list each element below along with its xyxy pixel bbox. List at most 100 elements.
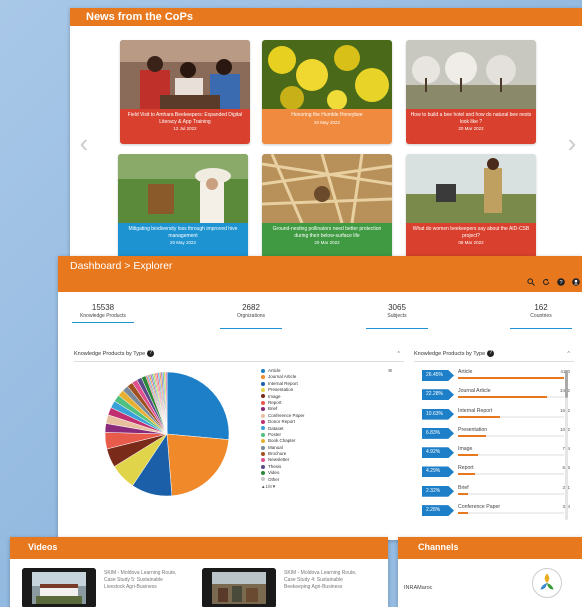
legend-label: Dataset	[268, 425, 284, 431]
stat-label: Subjects	[387, 313, 407, 319]
news-card-title: Honoring the Humble Honeybee	[291, 112, 363, 118]
legend-swatch	[261, 426, 265, 431]
percent-badge: 6.83%	[422, 427, 454, 439]
stat-knowledge-products[interactable]: 15538 Knowledge Products	[72, 303, 134, 323]
news-card[interactable]: What do women beekeepers say about the A…	[406, 154, 536, 258]
percent-badge: 4.92%	[422, 447, 454, 459]
type-row[interactable]: 10.63%Internal Report1652	[422, 407, 570, 426]
refresh-icon[interactable]	[542, 278, 550, 286]
chevron-left-icon[interactable]: ‹	[78, 118, 90, 168]
legend-swatch	[261, 451, 265, 456]
type-list: 26.45%Article411022.28%Journal Article34…	[422, 368, 570, 522]
type-row[interactable]: 6.83%Presentation1062	[422, 426, 570, 445]
legend-swatch	[261, 413, 265, 418]
legend-label: Thesis	[268, 463, 282, 469]
pie-chart[interactable]	[92, 368, 242, 508]
stat-value: 15538	[91, 303, 115, 312]
news-card-date: 20 May 2022	[169, 240, 197, 245]
type-bar	[458, 377, 564, 379]
help-icon[interactable]: ?	[557, 278, 565, 286]
video-title: SKIM - Moldova Learning Route, Case Stud…	[284, 570, 357, 590]
percent-badge: 4.29%	[422, 466, 454, 478]
menu-icon[interactable]: ≡	[388, 368, 392, 375]
type-label: Journal Article	[458, 388, 491, 395]
type-row[interactable]: 2.32%Brief361	[422, 484, 570, 503]
legend-swatch	[261, 471, 265, 476]
legend-swatch	[261, 375, 265, 380]
stat-organizations[interactable]: 2682 Orgnizations	[220, 303, 282, 329]
collapse-icon[interactable]: ^	[567, 346, 570, 362]
percent-badge: 22.28%	[422, 389, 454, 401]
news-card-date: 20 Mar 2022	[314, 240, 340, 245]
stat-subjects[interactable]: 3065 Subjects	[366, 303, 428, 329]
news-card[interactable]: How to build a bee hotel and how do natu…	[406, 40, 536, 144]
pie-slice[interactable]	[166, 433, 230, 497]
stat-label: Countries	[530, 313, 552, 319]
channel-name[interactable]: INRAMaroc	[404, 585, 432, 591]
scrollbar[interactable]	[565, 370, 568, 520]
news-card-image	[406, 154, 536, 223]
legend-label: Brochure	[268, 451, 287, 457]
news-card-title: What do women beekeepers say about the A…	[412, 226, 530, 239]
legend-swatch	[261, 368, 265, 373]
legend-swatch	[261, 458, 265, 463]
news-card[interactable]: Ground-nesting pollinators need better p…	[262, 154, 392, 258]
legend-label: Other	[268, 476, 280, 482]
type-bar-fill	[458, 454, 479, 457]
news-card[interactable]: Field Visit to Amhara Beekeepers: Expand…	[120, 40, 250, 144]
help-icon[interactable]: ?	[487, 350, 495, 358]
stat-label: Knowledge Products	[80, 313, 126, 319]
legend-swatch	[261, 407, 265, 412]
percent-badge: 10.63%	[422, 408, 454, 420]
type-row[interactable]: 26.45%Article4110	[422, 368, 570, 387]
search-icon[interactable]	[527, 278, 535, 286]
section-header-left: Knowledge Products by Type? ^	[74, 346, 404, 362]
type-label: Image	[458, 446, 473, 453]
type-row[interactable]: 4.29%Report666	[422, 464, 570, 483]
news-title: News from the CoPs	[70, 8, 582, 26]
legend-swatch	[261, 439, 265, 444]
type-bar	[458, 415, 564, 418]
type-label: Brief	[458, 484, 469, 491]
news-card-image	[120, 40, 250, 109]
collapse-icon[interactable]: ^	[397, 346, 400, 362]
type-bar-fill	[458, 473, 475, 476]
pie-slice[interactable]	[166, 371, 230, 440]
stat-value: 2682	[242, 303, 260, 312]
news-card-date: 20 May 2022	[313, 119, 341, 125]
type-bar-fill	[458, 512, 468, 515]
legend-swatch	[261, 445, 265, 450]
help-icon[interactable]: ?	[147, 350, 155, 358]
news-card[interactable]: Mitigating biodiversity loss through imp…	[118, 154, 248, 258]
legend-pager[interactable]: ▲1/8▼	[261, 484, 305, 489]
channel-logo[interactable]	[532, 568, 562, 598]
type-row[interactable]: 22.28%Journal Article3462	[422, 387, 570, 406]
type-label: Conference Paper	[458, 504, 501, 511]
news-card-date: 20 Mar 2022	[458, 126, 484, 131]
news-panel: News from the CoPs ‹ › Field Visit to Am…	[70, 8, 582, 266]
type-bar-fill	[458, 415, 501, 418]
stat-label: Orgnizations	[236, 313, 266, 319]
stat-countries[interactable]: 162 Countries	[510, 303, 572, 329]
type-bar	[458, 512, 564, 515]
legend-label: Image	[268, 393, 281, 399]
video-thumbnail	[22, 568, 96, 607]
stat-value: 3065	[388, 303, 406, 312]
legend-swatch	[261, 381, 265, 386]
legend-label: Article	[268, 368, 281, 373]
legend-item[interactable]: Other	[261, 477, 305, 483]
legend-label: Brief	[268, 406, 278, 412]
channels-title: Channels	[398, 537, 582, 559]
type-row[interactable]: 2.28%Conference Paper354	[422, 503, 570, 522]
user-icon[interactable]	[572, 278, 580, 286]
type-label: Report	[458, 465, 474, 472]
legend-swatch	[261, 419, 265, 424]
news-card-title: Mitigating biodiversity loss through imp…	[128, 226, 238, 239]
chevron-right-icon[interactable]: ›	[566, 118, 578, 168]
legend-label: Conference Paper	[268, 412, 305, 418]
news-card[interactable]: Honoring the Humble Honeybee 20 May 2022	[262, 40, 392, 144]
news-card-image	[262, 154, 392, 223]
type-row[interactable]: 4.92%Image764	[422, 445, 570, 464]
legend-label: Donor Report	[268, 419, 296, 425]
legend-swatch	[261, 432, 265, 437]
